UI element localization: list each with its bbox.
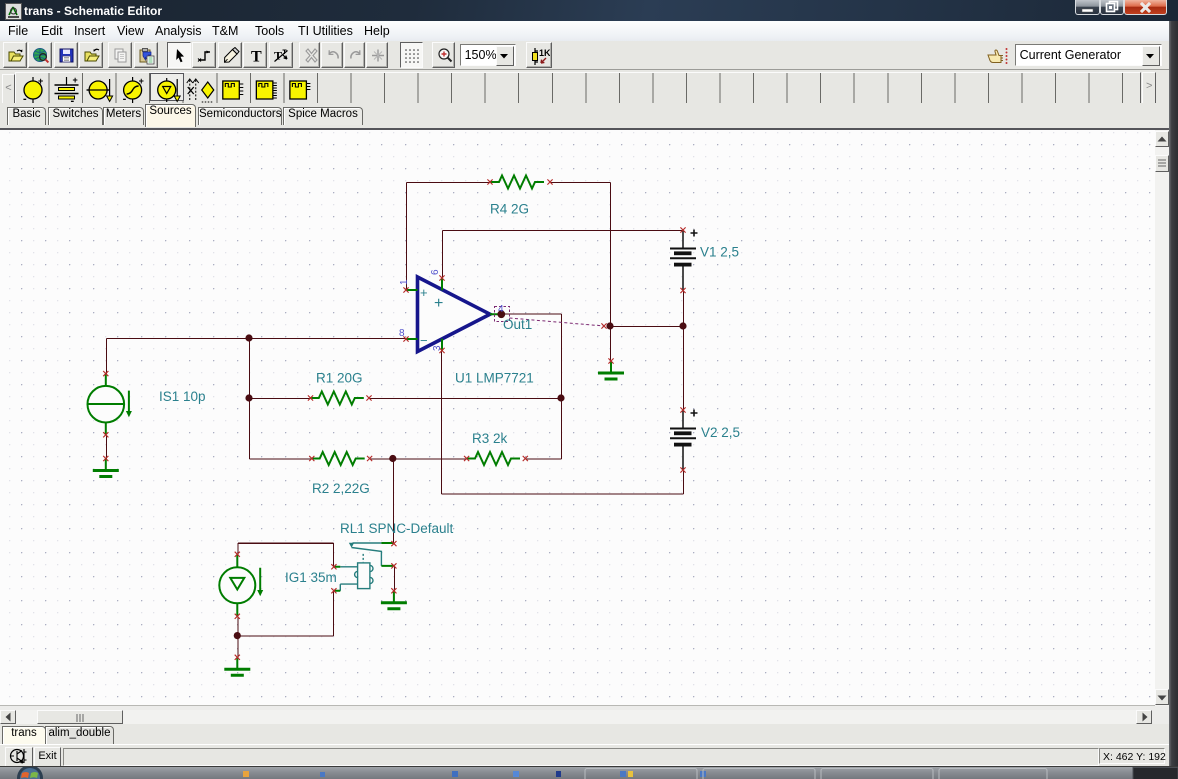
svg-text:R2 2,22G: R2 2,22G xyxy=(312,481,370,496)
svg-text:R4 2G: R4 2G xyxy=(490,202,529,217)
svg-text:4: 4 xyxy=(498,304,504,315)
svg-text:+: + xyxy=(73,76,78,85)
svg-text:3: 3 xyxy=(432,345,443,351)
svg-text:RL1 SPNC-Default: RL1 SPNC-Default xyxy=(340,521,454,536)
svg-text:R3 2k: R3 2k xyxy=(472,431,508,446)
svg-text:6: 6 xyxy=(430,269,441,275)
svg-text:8: 8 xyxy=(399,328,405,339)
svg-text:+: + xyxy=(38,76,43,86)
svg-text:R1 20G: R1 20G xyxy=(316,371,363,386)
svg-text:T: T xyxy=(251,49,262,66)
svg-text:U1 LMP7721: U1 LMP7721 xyxy=(455,371,534,386)
svg-text:+: + xyxy=(434,295,443,312)
svg-text:1K: 1K xyxy=(539,48,550,58)
svg-text:+: + xyxy=(139,76,144,86)
svg-text:1: 1 xyxy=(399,279,410,285)
svg-text:IG1 35m: IG1 35m xyxy=(285,570,337,585)
svg-text:V2 2,5: V2 2,5 xyxy=(701,425,740,440)
svg-text:Out1: Out1 xyxy=(503,317,532,332)
svg-text:−: − xyxy=(420,333,428,348)
svg-text:+: + xyxy=(420,285,428,300)
svg-text:V1 2,5: V1 2,5 xyxy=(700,245,739,260)
svg-text:IS1 10p: IS1 10p xyxy=(159,389,206,404)
